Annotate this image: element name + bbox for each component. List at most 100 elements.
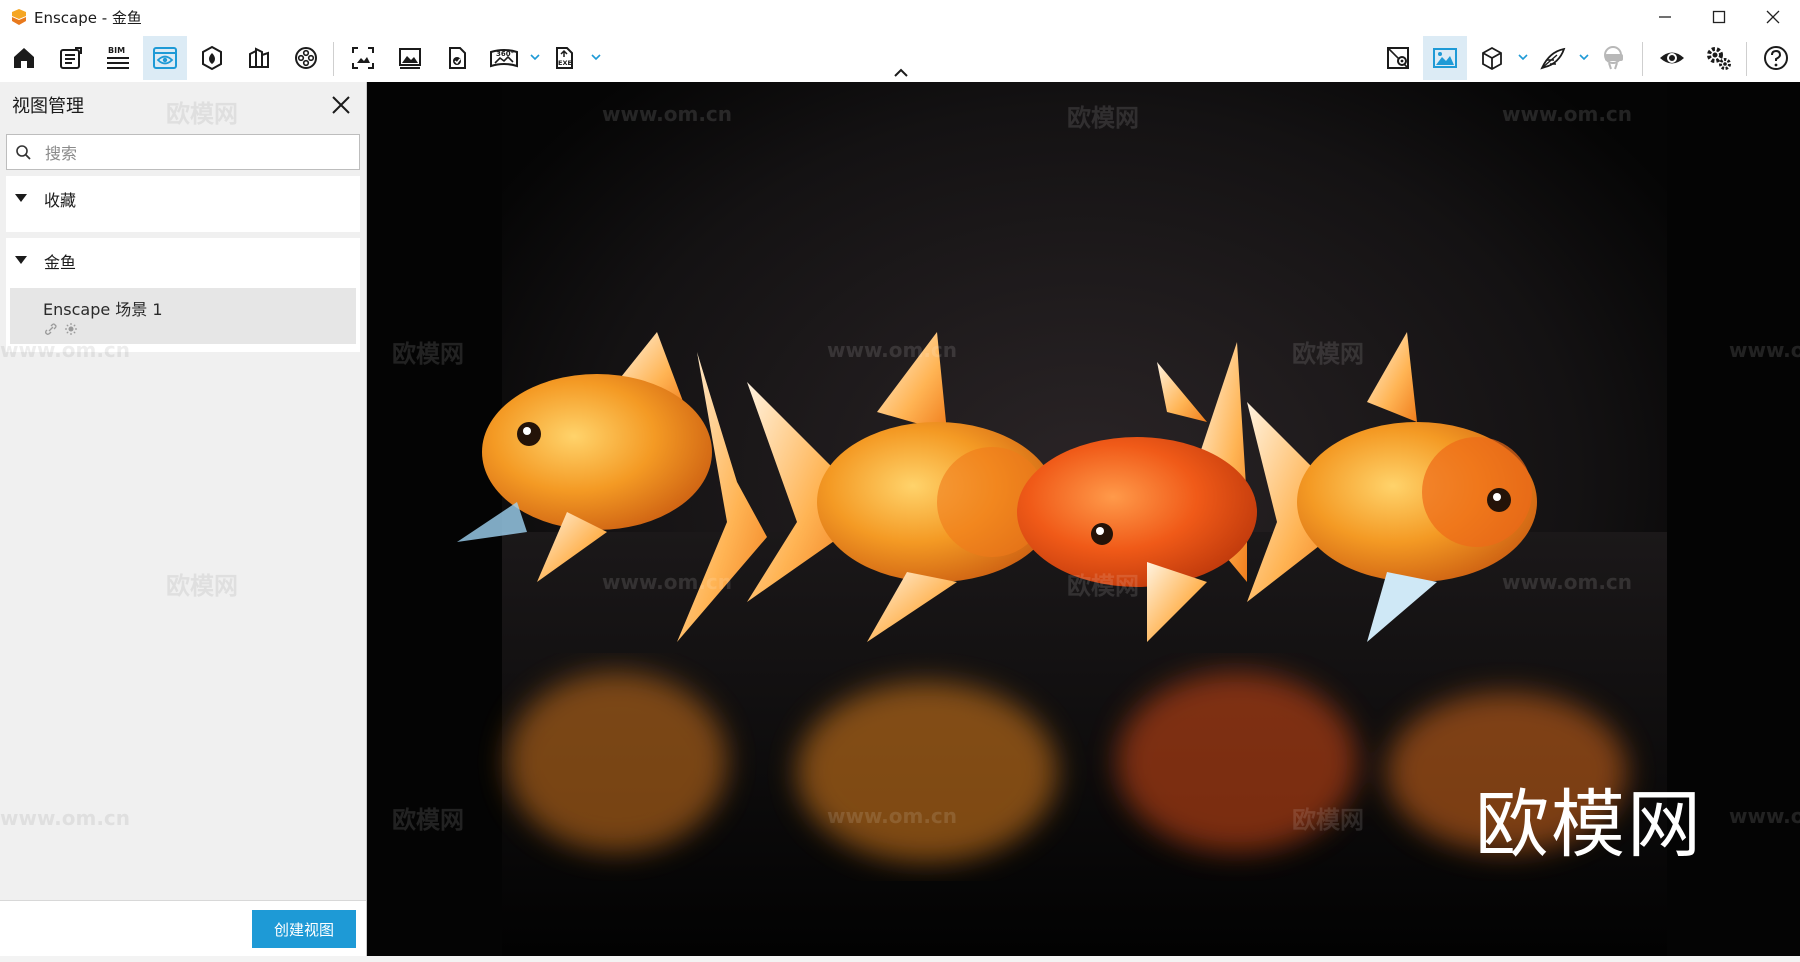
minimize-icon: [1659, 16, 1671, 18]
feather-dropdown[interactable]: [1577, 50, 1591, 64]
watermark-text: 欧模网: [1067, 104, 1139, 132]
home-icon: [14, 48, 34, 68]
help-icon: [1764, 46, 1788, 70]
sun-icon: [65, 323, 77, 335]
panel-title: 视图管理: [12, 96, 84, 117]
large-watermark: 欧模网: [1475, 782, 1703, 868]
cube-view-button[interactable]: [1470, 36, 1514, 80]
watermark-url: www.om.cn: [827, 338, 958, 362]
panel-footer: 创建视图: [0, 900, 366, 957]
chevron-down-icon: [591, 54, 601, 61]
settings-icon: [1707, 47, 1731, 70]
asset-library-button[interactable]: [190, 36, 234, 80]
chevron-down-icon: [1518, 54, 1528, 61]
close-icon: [1766, 10, 1780, 24]
close-window-button[interactable]: [1746, 0, 1800, 34]
enscape-logo-icon: [12, 9, 26, 25]
vr-headset-button[interactable]: [1592, 36, 1636, 80]
render-viewport[interactable]: www.om.cn 欧模网 www.om.cn 欧模网 www.om.cn 欧模…: [367, 82, 1800, 956]
bim-icon: BIM: [107, 46, 129, 69]
asset-library-icon: [202, 45, 222, 71]
screenshot-icon: [352, 47, 374, 69]
panel-watermark: 欧模网: [166, 572, 238, 600]
view-management-icon: [153, 47, 177, 69]
close-panel-icon[interactable]: [330, 94, 352, 116]
feather-icon: [1540, 47, 1566, 70]
help-button[interactable]: [1754, 36, 1798, 80]
panel-watermark: 欧模网: [166, 100, 238, 128]
visibility-icon: [1660, 52, 1684, 64]
map-button[interactable]: [1376, 36, 1420, 80]
panorama-button[interactable]: 360°: [482, 36, 526, 80]
favorites-section: 收藏: [6, 176, 360, 232]
caret-down-icon: [15, 194, 27, 202]
material-editor-button[interactable]: [237, 36, 281, 80]
gallery-button[interactable]: [388, 36, 432, 80]
collapse-toolbar-icon[interactable]: [893, 66, 909, 78]
goldfish-section: 金鱼 Enscape 场景 1: [6, 238, 360, 352]
link-icon: [45, 323, 57, 335]
export-exe-icon: EXE: [556, 47, 573, 69]
goldfish-section-label: 金鱼: [44, 253, 77, 272]
export-icon-label: EXE: [558, 59, 572, 67]
batch-render-icon: [449, 47, 466, 69]
watermark-url: www.om.cn: [602, 570, 733, 594]
view-item-name: Enscape 场景 1: [43, 300, 163, 319]
screenshot-button[interactable]: [341, 36, 385, 80]
view-management-button[interactable]: [143, 36, 187, 80]
watermark-text: 欧模网: [392, 806, 464, 834]
gallery-icon: [399, 48, 421, 69]
view-management-panel: 视图管理 欧模网 收藏 金鱼 Enscape 场景 1 www.om.cn 欧模…: [0, 82, 367, 957]
watermark-url: www.om.cn: [1502, 102, 1633, 126]
search-input[interactable]: [43, 137, 357, 169]
watermark-url: www.om.cn: [1729, 338, 1800, 362]
feather-button[interactable]: [1531, 36, 1575, 80]
maximize-button[interactable]: [1692, 0, 1746, 34]
watermark-url: www.om.cn: [1729, 804, 1800, 828]
bim-icon-label: BIM: [108, 46, 125, 55]
image-settings-icon: [1433, 48, 1457, 68]
map-pin-icon: [1387, 47, 1409, 69]
watermark-url: www.om.cn: [602, 102, 733, 126]
document-list-icon: [60, 47, 82, 69]
watermark-url: www.om.cn: [827, 804, 958, 828]
title-bar: Enscape - 金鱼: [0, 0, 1800, 34]
favorites-section-label: 收藏: [44, 191, 77, 210]
video-editor-button[interactable]: [284, 36, 328, 80]
panorama-dropdown[interactable]: [528, 50, 542, 64]
chevron-down-icon: [1579, 54, 1589, 61]
create-view-button[interactable]: 创建视图: [252, 910, 356, 948]
window-title: Enscape - 金鱼: [34, 8, 142, 27]
panel-watermark-url: www.om.cn: [0, 338, 131, 362]
watermark-text: 欧模网: [392, 340, 464, 368]
maximize-icon: [1712, 10, 1726, 24]
list-item[interactable]: Enscape 场景 1: [10, 288, 356, 344]
panel-watermark-url: www.om.cn: [0, 806, 131, 830]
search-box: [6, 134, 360, 170]
cube-view-dropdown[interactable]: [1516, 50, 1530, 64]
caret-down-icon: [15, 256, 27, 264]
video-reel-icon: [295, 47, 317, 69]
minimize-button[interactable]: [1638, 0, 1692, 34]
settings-button[interactable]: [1697, 36, 1741, 80]
image-settings-button[interactable]: [1423, 36, 1467, 80]
bim-button[interactable]: BIM: [96, 36, 140, 80]
panorama-360-icon: 360°: [490, 49, 518, 68]
watermark-text: 欧模网: [1292, 340, 1364, 368]
vr-headset-icon: [1604, 46, 1623, 70]
favorites-section-header[interactable]: 收藏: [6, 176, 360, 220]
watermark-text: 欧模网: [1067, 572, 1139, 600]
documents-button[interactable]: [49, 36, 93, 80]
bottom-border: [0, 956, 1800, 962]
visibility-button[interactable]: [1650, 36, 1694, 80]
material-editor-icon: [249, 47, 269, 68]
watermark-url: www.om.cn: [1502, 570, 1633, 594]
batch-render-button[interactable]: [435, 36, 479, 80]
export-button[interactable]: EXE: [543, 36, 587, 80]
cube-view-icon: [1482, 46, 1502, 71]
chevron-down-icon: [530, 54, 540, 61]
watermark-text: 欧模网: [1292, 806, 1364, 834]
home-button[interactable]: [2, 36, 46, 80]
export-dropdown[interactable]: [589, 50, 603, 64]
goldfish-section-header[interactable]: 金鱼: [6, 238, 360, 282]
